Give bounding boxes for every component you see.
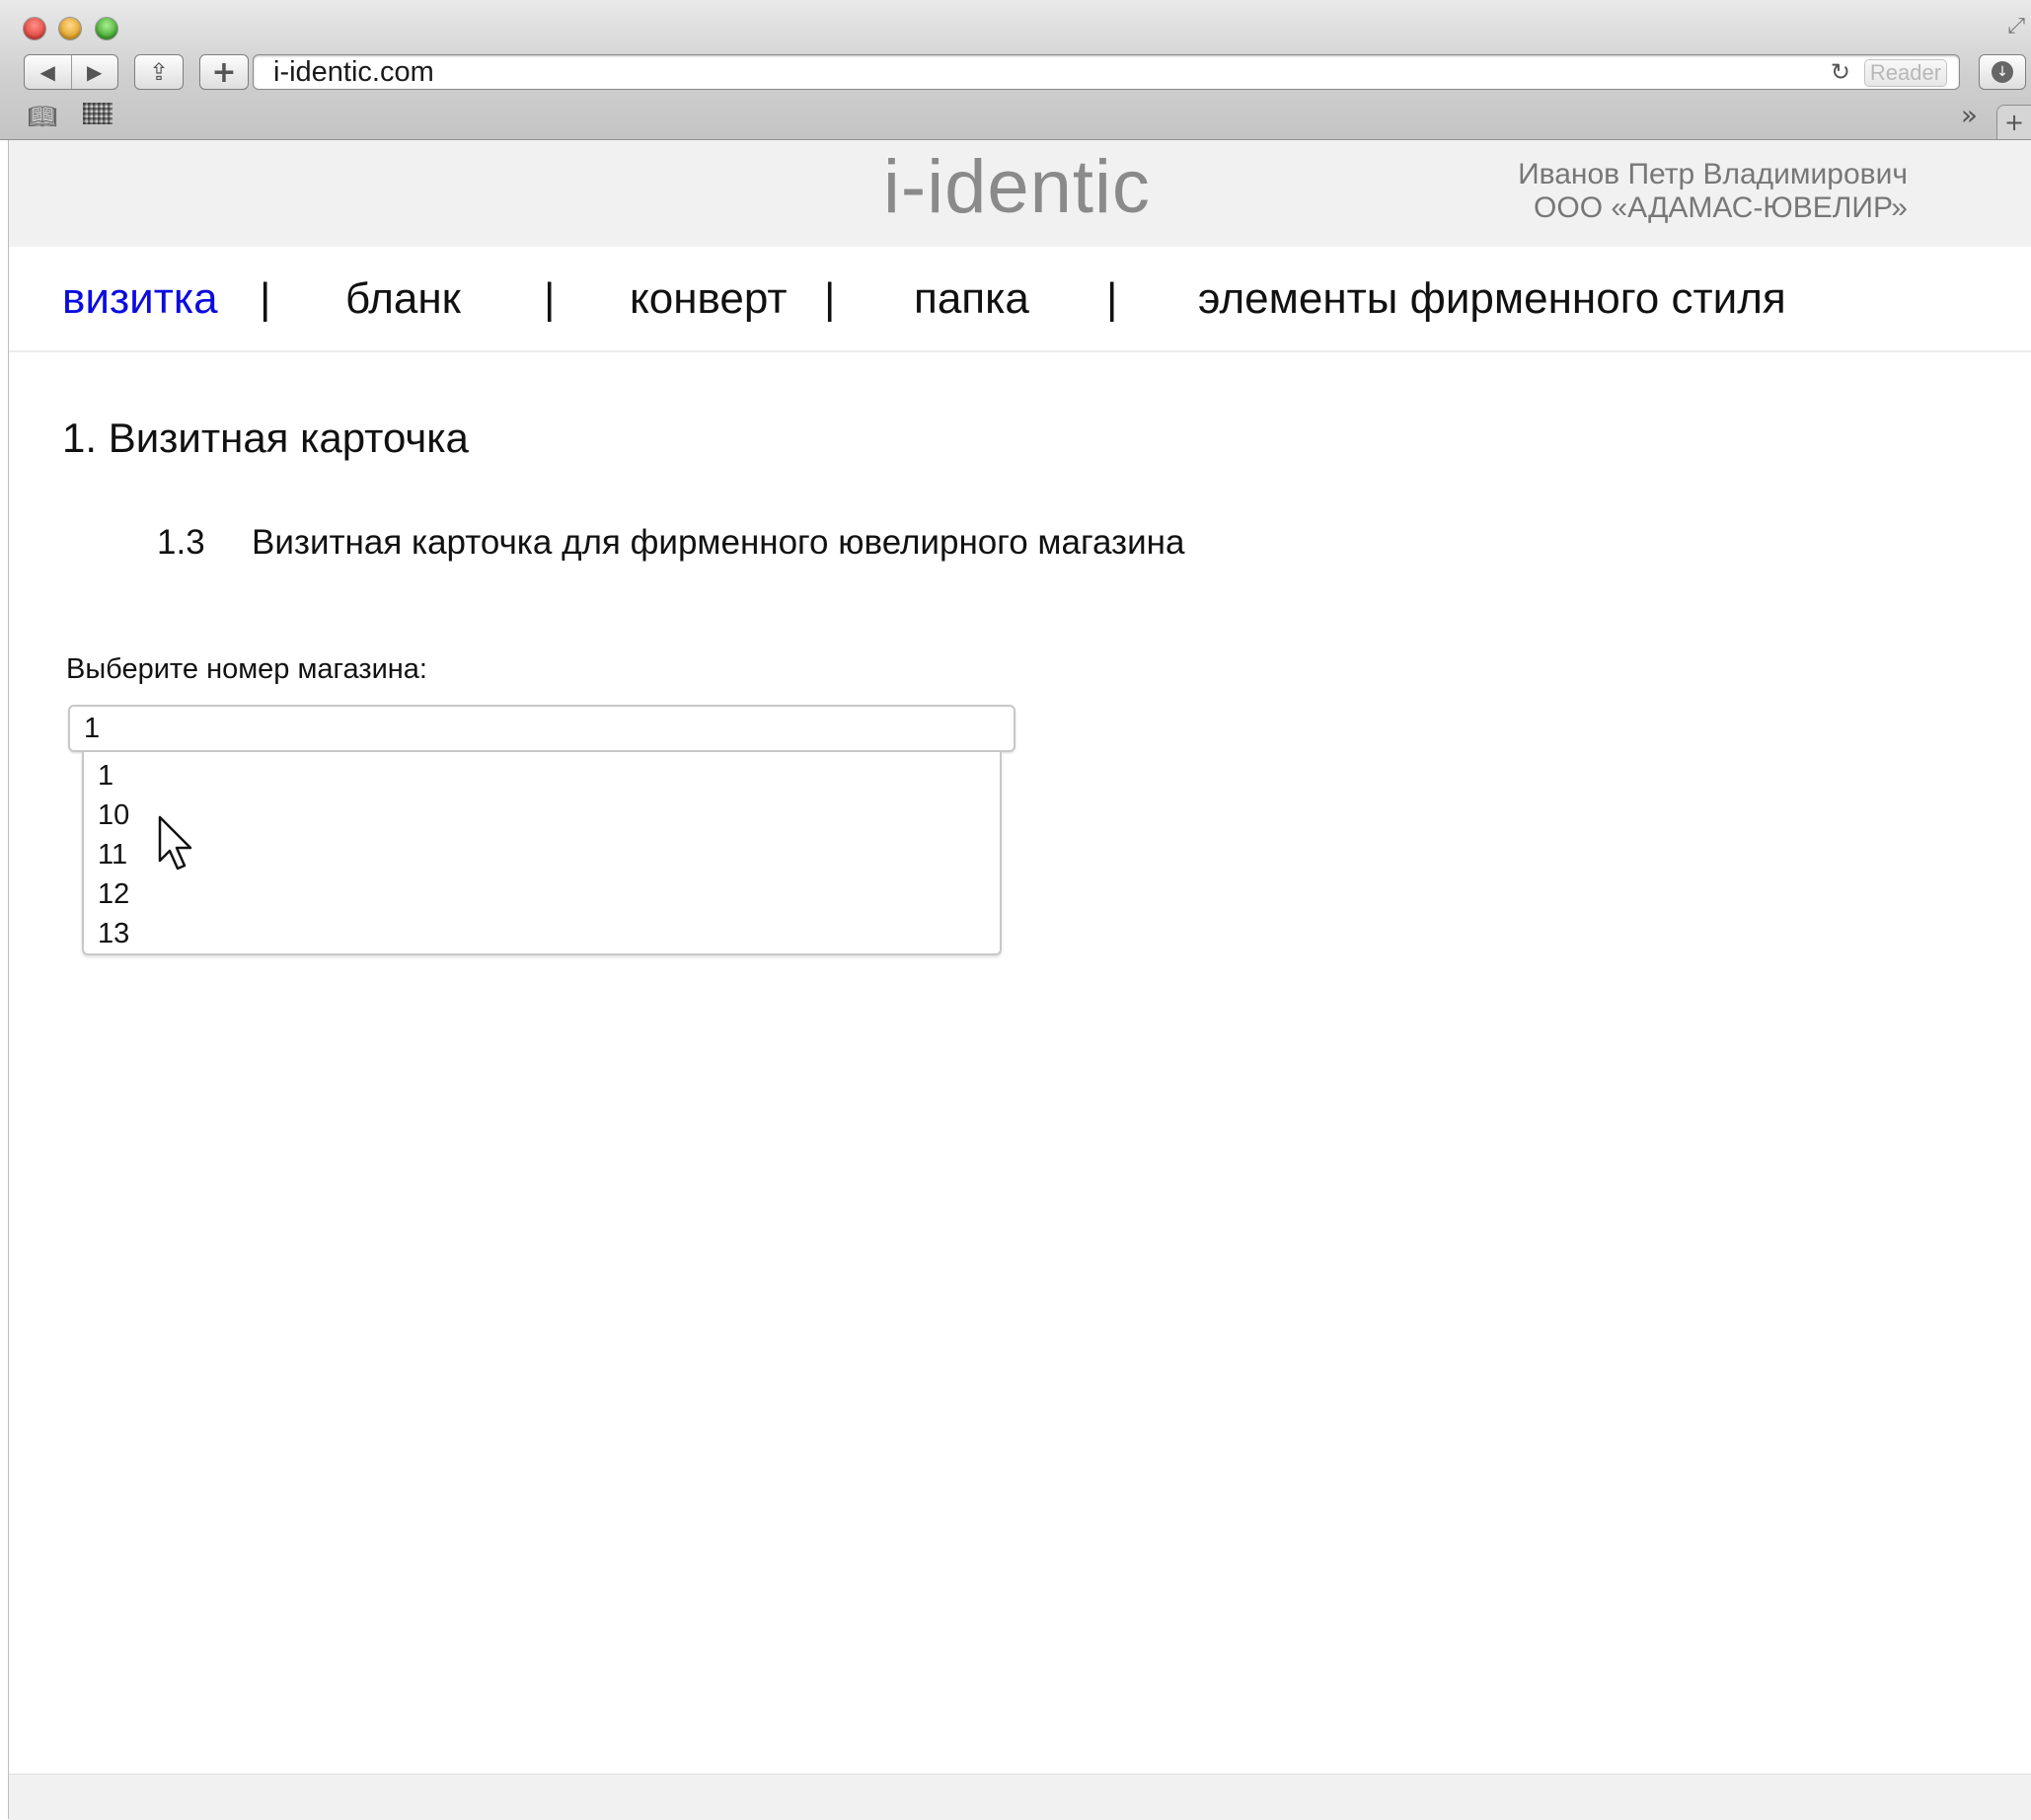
site-logo[interactable]: i-identic: [883, 144, 1151, 230]
subsection-number: 1.3: [157, 523, 205, 562]
forward-arrow-icon[interactable]: ▶: [72, 55, 118, 89]
store-number-select[interactable]: 1: [68, 705, 1016, 752]
url-text[interactable]: i-identic.com: [273, 55, 434, 89]
subsection-heading: 1.3 Визитная карточка для фирменного ювел…: [157, 523, 1184, 563]
plus-icon: +: [211, 54, 237, 90]
store-select-label: Выберите номер магазина:: [66, 653, 427, 685]
section-title: 1. Визитная карточка: [62, 415, 469, 461]
dropdown-option[interactable]: 13: [98, 914, 129, 953]
dropdown-option[interactable]: 11: [98, 835, 127, 874]
zoom-window-button[interactable]: [96, 18, 117, 39]
web-page: i-identic Иванов Петр Владимирович ООО «…: [8, 140, 2031, 1820]
share-icon: ⇪: [148, 58, 170, 86]
nav-item-blank[interactable]: бланк: [345, 274, 461, 324]
download-icon: ↓: [1992, 61, 2013, 83]
user-name: Иванов Петр Владимирович: [1518, 158, 1908, 190]
dropdown-option[interactable]: 12: [98, 874, 129, 914]
share-button[interactable]: ⇪: [134, 54, 184, 90]
company-name: ООО «АДАМАС-ЮВЕЛИР»: [1534, 191, 1908, 224]
nav-separator: |: [824, 274, 836, 323]
browser-toolbar: ⤢ ◀ ▶ ⇪ + i-identic.com ↻ Reader ↓ 📖︎ » …: [0, 0, 2031, 140]
new-tab-button[interactable]: +: [1996, 105, 2031, 139]
nav-item-papka[interactable]: папка: [914, 274, 1029, 324]
nav-separator: |: [1106, 274, 1118, 323]
downloads-button[interactable]: ↓: [1979, 54, 2026, 90]
page-footer: [9, 1774, 2031, 1820]
add-bookmark-button[interactable]: +: [199, 54, 249, 90]
minimize-window-button[interactable]: [59, 18, 81, 39]
close-window-button[interactable]: [24, 18, 45, 39]
site-header: i-identic Иванов Петр Владимирович ООО «…: [9, 140, 2031, 247]
dropdown-option[interactable]: 1: [98, 756, 113, 796]
grid-icon[interactable]: [83, 103, 113, 124]
nav-separator: |: [544, 274, 556, 323]
back-forward-buttons: ◀ ▶: [24, 54, 118, 90]
double-chevron-icon[interactable]: »: [1961, 99, 1978, 131]
book-icon[interactable]: 📖︎: [28, 103, 57, 130]
fullscreen-icon[interactable]: ⤢: [2007, 14, 2025, 38]
reload-icon[interactable]: ↻: [1831, 55, 1850, 89]
nav-item-konvert[interactable]: конверт: [630, 274, 788, 324]
nav-separator: |: [260, 274, 271, 323]
back-arrow-icon[interactable]: ◀: [25, 55, 72, 89]
store-number-dropdown: 1 10 11 12 13: [82, 752, 1002, 955]
reader-button[interactable]: Reader: [1864, 59, 1947, 87]
nav-item-elements[interactable]: элементы фирменного стиля: [1198, 274, 1786, 324]
dropdown-option[interactable]: 10: [98, 796, 129, 835]
address-bar[interactable]: i-identic.com ↻ Reader: [253, 54, 1960, 90]
subsection-title: Визитная карточка для фирменного ювелирн…: [252, 523, 1185, 562]
user-info: Иванов Петр Владимирович ООО «АДАМАС-ЮВЕ…: [1518, 158, 1908, 225]
main-navigation: визитка | бланк | конверт | папка | элем…: [9, 247, 2031, 352]
nav-item-vizitka[interactable]: визитка: [62, 274, 218, 324]
mouse-cursor-icon: [158, 815, 192, 871]
